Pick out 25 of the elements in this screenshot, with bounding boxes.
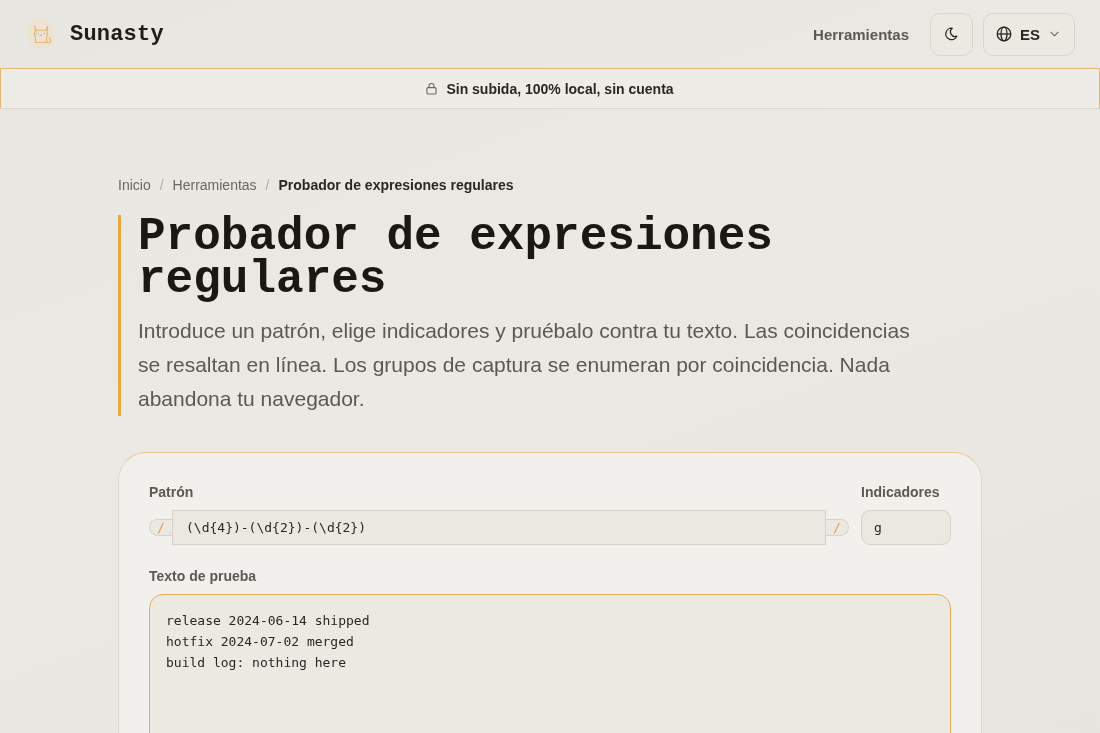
breadcrumb-link[interactable]: Inicio — [118, 175, 151, 195]
field-label: Indicadores — [861, 483, 940, 501]
banner-text: Sin subida, 100% local, sin cuenta — [446, 80, 674, 97]
field-label: Patrón — [149, 483, 194, 501]
slash-delimiter: / — [149, 519, 172, 536]
lock-icon — [426, 82, 438, 95]
nav-link[interactable]: Herramientas — [813, 25, 909, 43]
test-text-field[interactable]: release 2024-06-14 shipped hotfix 2024-07-02 merged build log: nothing here — [149, 594, 951, 733]
flags-input[interactable]: g — [861, 510, 951, 545]
chevron-down-icon — [1050, 31, 1059, 37]
theme-toggle-button[interactable] — [930, 12, 973, 56]
brand-name[interactable]: Sunasty — [70, 21, 164, 47]
breadcrumb-link[interactable]: Herramientas — [172, 175, 257, 195]
globe-icon — [996, 26, 1012, 42]
pattern-input[interactable]: (\d{4})-(\d{2})-(\d{2}) — [172, 510, 826, 545]
breadcrumb-current: Probador de expresiones regulares — [278, 176, 514, 195]
language-button[interactable]: ES — [983, 12, 1075, 56]
cat-icon — [26, 19, 56, 49]
moon-icon — [944, 27, 959, 41]
breadcrumb-separator: / — [159, 176, 164, 195]
breadcrumb-separator: / — [265, 176, 270, 195]
page-title: Probador de expresiones regulares — [138, 215, 774, 302]
page-description: Introduce un patrón, elige indicadores y pruébalo contra tu texto. Las coincidencias se resaltan en línea. Los grupos de captura se enumeran por coincidencia. Nada abandona tu navegador. — [138, 318, 911, 412]
slash-delimiter: / — [826, 519, 849, 536]
field-label: Texto de prueba — [149, 567, 257, 585]
